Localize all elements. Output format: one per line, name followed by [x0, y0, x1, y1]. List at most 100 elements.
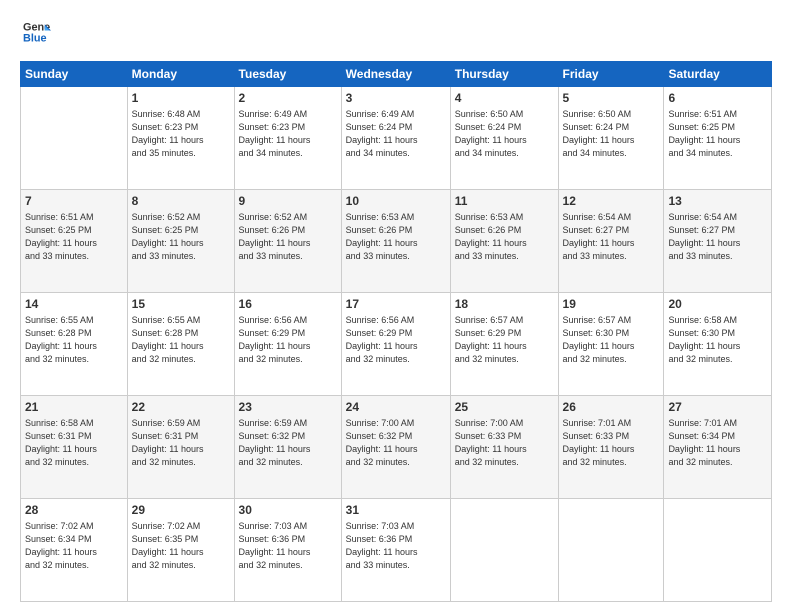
day-number: 22	[132, 399, 230, 416]
day-cell: 5Sunrise: 6:50 AM Sunset: 6:24 PM Daylig…	[558, 87, 664, 190]
day-info: Sunrise: 7:00 AM Sunset: 6:33 PM Dayligh…	[455, 417, 554, 469]
day-info: Sunrise: 6:52 AM Sunset: 6:26 PM Dayligh…	[239, 211, 337, 263]
day-cell: 11Sunrise: 6:53 AM Sunset: 6:26 PM Dayli…	[450, 190, 558, 293]
day-cell: 1Sunrise: 6:48 AM Sunset: 6:23 PM Daylig…	[127, 87, 234, 190]
day-info: Sunrise: 6:53 AM Sunset: 6:26 PM Dayligh…	[346, 211, 446, 263]
day-number: 3	[346, 90, 446, 107]
day-number: 4	[455, 90, 554, 107]
day-cell: 17Sunrise: 6:56 AM Sunset: 6:29 PM Dayli…	[341, 293, 450, 396]
weekday-header-row: SundayMondayTuesdayWednesdayThursdayFrid…	[21, 62, 772, 87]
svg-text:Blue: Blue	[23, 32, 47, 44]
day-info: Sunrise: 6:56 AM Sunset: 6:29 PM Dayligh…	[239, 314, 337, 366]
day-info: Sunrise: 6:49 AM Sunset: 6:23 PM Dayligh…	[239, 108, 337, 160]
day-number: 26	[563, 399, 660, 416]
day-info: Sunrise: 7:01 AM Sunset: 6:34 PM Dayligh…	[668, 417, 767, 469]
day-cell: 10Sunrise: 6:53 AM Sunset: 6:26 PM Dayli…	[341, 190, 450, 293]
day-info: Sunrise: 7:00 AM Sunset: 6:32 PM Dayligh…	[346, 417, 446, 469]
day-cell: 20Sunrise: 6:58 AM Sunset: 6:30 PM Dayli…	[664, 293, 772, 396]
day-cell	[21, 87, 128, 190]
day-cell: 4Sunrise: 6:50 AM Sunset: 6:24 PM Daylig…	[450, 87, 558, 190]
weekday-header-wednesday: Wednesday	[341, 62, 450, 87]
day-number: 30	[239, 502, 337, 519]
day-cell: 14Sunrise: 6:55 AM Sunset: 6:28 PM Dayli…	[21, 293, 128, 396]
day-cell: 15Sunrise: 6:55 AM Sunset: 6:28 PM Dayli…	[127, 293, 234, 396]
day-info: Sunrise: 6:58 AM Sunset: 6:30 PM Dayligh…	[668, 314, 767, 366]
day-number: 13	[668, 193, 767, 210]
day-number: 31	[346, 502, 446, 519]
day-number: 1	[132, 90, 230, 107]
logo: General Blue	[20, 18, 51, 51]
day-info: Sunrise: 6:59 AM Sunset: 6:31 PM Dayligh…	[132, 417, 230, 469]
logo-icon: General Blue	[23, 18, 51, 46]
day-number: 19	[563, 296, 660, 313]
day-number: 6	[668, 90, 767, 107]
day-info: Sunrise: 6:49 AM Sunset: 6:24 PM Dayligh…	[346, 108, 446, 160]
day-cell: 28Sunrise: 7:02 AM Sunset: 6:34 PM Dayli…	[21, 499, 128, 602]
day-number: 24	[346, 399, 446, 416]
day-info: Sunrise: 7:01 AM Sunset: 6:33 PM Dayligh…	[563, 417, 660, 469]
day-number: 21	[25, 399, 123, 416]
calendar-table: SundayMondayTuesdayWednesdayThursdayFrid…	[20, 61, 772, 602]
day-cell: 26Sunrise: 7:01 AM Sunset: 6:33 PM Dayli…	[558, 396, 664, 499]
day-cell	[558, 499, 664, 602]
day-info: Sunrise: 6:56 AM Sunset: 6:29 PM Dayligh…	[346, 314, 446, 366]
day-number: 9	[239, 193, 337, 210]
day-info: Sunrise: 6:59 AM Sunset: 6:32 PM Dayligh…	[239, 417, 337, 469]
day-number: 7	[25, 193, 123, 210]
day-number: 11	[455, 193, 554, 210]
day-cell	[664, 499, 772, 602]
day-info: Sunrise: 6:57 AM Sunset: 6:29 PM Dayligh…	[455, 314, 554, 366]
week-row-3: 14Sunrise: 6:55 AM Sunset: 6:28 PM Dayli…	[21, 293, 772, 396]
day-cell: 25Sunrise: 7:00 AM Sunset: 6:33 PM Dayli…	[450, 396, 558, 499]
day-cell: 16Sunrise: 6:56 AM Sunset: 6:29 PM Dayli…	[234, 293, 341, 396]
day-cell: 2Sunrise: 6:49 AM Sunset: 6:23 PM Daylig…	[234, 87, 341, 190]
day-number: 27	[668, 399, 767, 416]
day-cell: 24Sunrise: 7:00 AM Sunset: 6:32 PM Dayli…	[341, 396, 450, 499]
day-cell: 22Sunrise: 6:59 AM Sunset: 6:31 PM Dayli…	[127, 396, 234, 499]
header: General Blue	[20, 18, 772, 51]
day-cell: 7Sunrise: 6:51 AM Sunset: 6:25 PM Daylig…	[21, 190, 128, 293]
day-info: Sunrise: 6:55 AM Sunset: 6:28 PM Dayligh…	[25, 314, 123, 366]
day-number: 12	[563, 193, 660, 210]
day-number: 16	[239, 296, 337, 313]
day-number: 18	[455, 296, 554, 313]
weekday-header-saturday: Saturday	[664, 62, 772, 87]
day-cell: 9Sunrise: 6:52 AM Sunset: 6:26 PM Daylig…	[234, 190, 341, 293]
day-number: 8	[132, 193, 230, 210]
day-info: Sunrise: 6:50 AM Sunset: 6:24 PM Dayligh…	[563, 108, 660, 160]
day-cell: 6Sunrise: 6:51 AM Sunset: 6:25 PM Daylig…	[664, 87, 772, 190]
week-row-4: 21Sunrise: 6:58 AM Sunset: 6:31 PM Dayli…	[21, 396, 772, 499]
day-info: Sunrise: 6:54 AM Sunset: 6:27 PM Dayligh…	[668, 211, 767, 263]
day-number: 15	[132, 296, 230, 313]
day-cell: 29Sunrise: 7:02 AM Sunset: 6:35 PM Dayli…	[127, 499, 234, 602]
day-cell: 27Sunrise: 7:01 AM Sunset: 6:34 PM Dayli…	[664, 396, 772, 499]
day-number: 10	[346, 193, 446, 210]
day-info: Sunrise: 6:54 AM Sunset: 6:27 PM Dayligh…	[563, 211, 660, 263]
day-info: Sunrise: 7:03 AM Sunset: 6:36 PM Dayligh…	[239, 520, 337, 572]
day-number: 14	[25, 296, 123, 313]
week-row-5: 28Sunrise: 7:02 AM Sunset: 6:34 PM Dayli…	[21, 499, 772, 602]
day-info: Sunrise: 6:52 AM Sunset: 6:25 PM Dayligh…	[132, 211, 230, 263]
day-cell: 18Sunrise: 6:57 AM Sunset: 6:29 PM Dayli…	[450, 293, 558, 396]
day-number: 17	[346, 296, 446, 313]
day-number: 25	[455, 399, 554, 416]
day-cell: 31Sunrise: 7:03 AM Sunset: 6:36 PM Dayli…	[341, 499, 450, 602]
day-cell: 12Sunrise: 6:54 AM Sunset: 6:27 PM Dayli…	[558, 190, 664, 293]
weekday-header-sunday: Sunday	[21, 62, 128, 87]
weekday-header-friday: Friday	[558, 62, 664, 87]
day-number: 23	[239, 399, 337, 416]
day-number: 20	[668, 296, 767, 313]
day-info: Sunrise: 6:51 AM Sunset: 6:25 PM Dayligh…	[25, 211, 123, 263]
day-number: 2	[239, 90, 337, 107]
day-info: Sunrise: 7:03 AM Sunset: 6:36 PM Dayligh…	[346, 520, 446, 572]
day-cell	[450, 499, 558, 602]
day-number: 28	[25, 502, 123, 519]
day-cell: 8Sunrise: 6:52 AM Sunset: 6:25 PM Daylig…	[127, 190, 234, 293]
week-row-2: 7Sunrise: 6:51 AM Sunset: 6:25 PM Daylig…	[21, 190, 772, 293]
day-cell: 3Sunrise: 6:49 AM Sunset: 6:24 PM Daylig…	[341, 87, 450, 190]
weekday-header-tuesday: Tuesday	[234, 62, 341, 87]
day-cell: 30Sunrise: 7:03 AM Sunset: 6:36 PM Dayli…	[234, 499, 341, 602]
day-info: Sunrise: 6:58 AM Sunset: 6:31 PM Dayligh…	[25, 417, 123, 469]
day-info: Sunrise: 6:57 AM Sunset: 6:30 PM Dayligh…	[563, 314, 660, 366]
day-cell: 13Sunrise: 6:54 AM Sunset: 6:27 PM Dayli…	[664, 190, 772, 293]
